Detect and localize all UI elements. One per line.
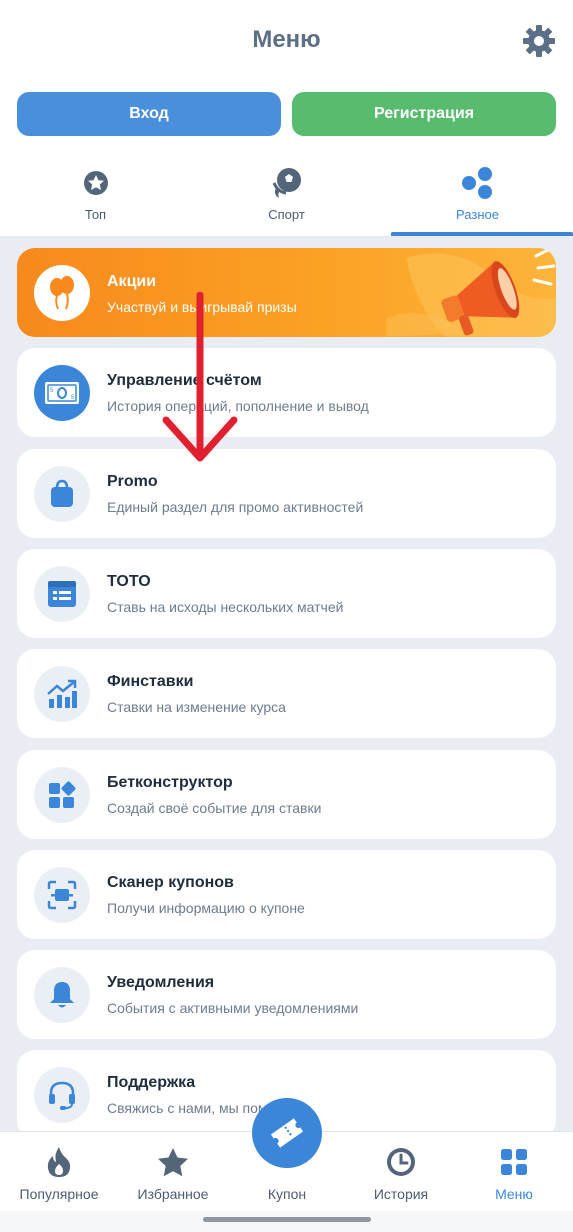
header: Меню Вход Регистрация Топ Спорт Разное <box>0 0 573 236</box>
clock-icon <box>386 1146 416 1178</box>
coupon-ticket-icon[interactable] <box>252 1098 322 1168</box>
menu-item-title: ТОТО <box>107 573 151 590</box>
annotation-arrow <box>162 292 238 462</box>
nav-label: Избранное <box>137 1186 209 1202</box>
blocks-icon <box>34 767 90 823</box>
menu-item-subtitle: Получи информацию о купоне <box>107 900 305 916</box>
nav-favorites[interactable]: Избранное <box>116 1132 230 1212</box>
headset-icon <box>34 1067 90 1123</box>
balloons-icon <box>34 265 90 321</box>
menu-item-notifications[interactable]: Уведомления События с активными уведомле… <box>17 950 556 1039</box>
tab-label: Спорт <box>268 207 305 222</box>
tab-label: Топ <box>84 207 107 222</box>
star-icon <box>157 1146 189 1178</box>
menu-item-betconstructor[interactable]: Бетконструктор Создай своё событие для с… <box>17 750 556 839</box>
scanner-icon <box>34 867 90 923</box>
bell-icon <box>34 967 90 1023</box>
menu-item-subtitle: Ставки на изменение курса <box>107 699 286 715</box>
menu-item-title: Поддержка <box>107 1074 196 1091</box>
sport-ball-icon <box>269 165 305 201</box>
active-tab-indicator <box>391 232 573 236</box>
menu-item-subtitle: Создай своё событие для ставки <box>107 800 322 816</box>
nav-popular[interactable]: Популярное <box>2 1132 116 1212</box>
menu-item-subtitle: События с активными уведомлениями <box>107 1000 359 1016</box>
menu-item-title: Сканер купонов <box>107 874 234 891</box>
register-button[interactable]: Регистрация <box>292 92 556 136</box>
menu-item-title: Бетконструктор <box>107 774 233 791</box>
tab-sport[interactable]: Спорт <box>191 165 382 236</box>
menu-item-title: Уведомления <box>107 974 215 991</box>
nav-menu[interactable]: Меню <box>457 1132 571 1212</box>
login-button[interactable]: Вход <box>17 92 281 136</box>
tab-label: Разное <box>456 207 499 222</box>
megaphone-icon <box>386 248 556 337</box>
menu-item-coupon-scanner[interactable]: Сканер купонов Получи информацию о купон… <box>17 850 556 939</box>
menu-item-finbets[interactable]: Финставки Ставки на изменение курса <box>17 649 556 738</box>
shopping-bag-icon <box>34 466 90 522</box>
top-badge-icon <box>79 165 113 201</box>
page-title: Меню <box>252 26 321 53</box>
promotions-banner[interactable]: Акции Участвуй и выигрывай призы <box>17 248 556 337</box>
money-icon: 5 5 <box>34 365 90 421</box>
toto-list-icon <box>34 566 90 622</box>
flame-icon <box>46 1146 72 1178</box>
chart-up-icon <box>34 666 90 722</box>
nav-label: История <box>373 1186 429 1202</box>
menu-item-account-management[interactable]: 5 5 Управление счётом История операций, … <box>17 348 556 437</box>
nav-label: Меню <box>495 1186 533 1202</box>
menu-item-title: Финставки <box>107 673 194 690</box>
tab-top[interactable]: Топ <box>0 165 191 236</box>
banner-title: Акции <box>107 273 157 290</box>
home-indicator[interactable] <box>203 1217 371 1222</box>
menu-item-subtitle: Единый раздел для промо активностей <box>107 499 364 515</box>
menu-item-toto[interactable]: ТОТО Ставь на исходы нескольких матчей <box>17 549 556 638</box>
menu-item-title: Promo <box>107 473 158 490</box>
menu-item-subtitle: Ставь на исходы нескольких матчей <box>107 599 344 615</box>
tab-misc[interactable]: Разное <box>382 165 573 236</box>
misc-dots-icon <box>460 165 496 201</box>
nav-history[interactable]: История <box>344 1132 458 1212</box>
nav-label: Популярное <box>19 1186 99 1202</box>
settings-gear-icon[interactable] <box>520 22 558 60</box>
menu-item-promo[interactable]: Promo Единый раздел для промо активносте… <box>17 449 556 538</box>
nav-label: Купон <box>267 1186 307 1202</box>
grid-menu-icon <box>500 1146 528 1178</box>
